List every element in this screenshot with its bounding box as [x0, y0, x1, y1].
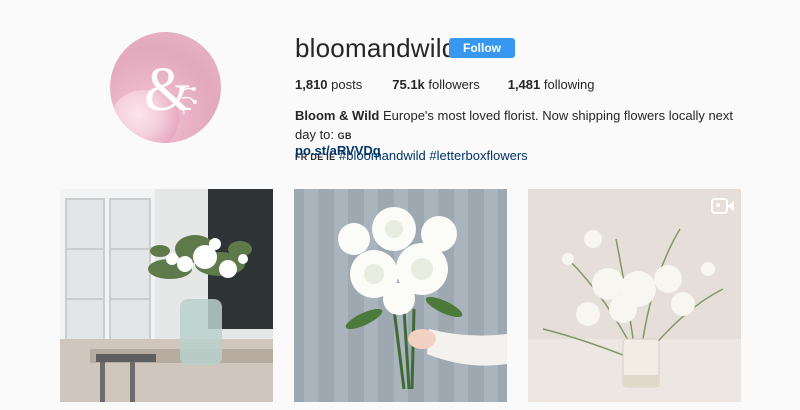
profile-stats: 1,810 posts 75.1k followers 1,481 follow…: [295, 77, 622, 92]
post-image-jar-vase: [60, 189, 273, 402]
ampersand-logo-icon: &: [144, 56, 197, 124]
posts-stat: 1,810 posts: [295, 77, 362, 92]
profile-link[interactable]: po.st/aRVVDg: [295, 143, 381, 158]
posts-label: posts: [331, 77, 363, 92]
post-tile-2[interactable]: [294, 189, 507, 402]
bio-name: Bloom & Wild: [295, 108, 380, 123]
post-image-ceramic-vase: [528, 189, 741, 402]
followers-label: followers: [428, 77, 480, 92]
profile-username: bloomandwild: [295, 33, 457, 63]
followers-count: 75.1k: [392, 77, 425, 92]
bio-country-gb: GB: [337, 131, 352, 141]
following-label: following: [543, 77, 595, 92]
video-icon: [711, 198, 734, 214]
post-tile-1[interactable]: [60, 189, 273, 402]
post-image-peony-bouquet: [294, 189, 507, 402]
following-stat[interactable]: 1,481 following: [508, 77, 595, 92]
posts-count: 1,810: [295, 77, 328, 92]
follow-button[interactable]: Follow: [449, 38, 515, 58]
hashtag-letterboxflowers[interactable]: #letterboxflowers: [429, 148, 527, 163]
followers-stat[interactable]: 75.1k followers: [392, 77, 479, 92]
following-count: 1,481: [507, 77, 541, 92]
profile-page: & bloomandwild Follow 1,810 posts 75.1k …: [0, 0, 800, 410]
profile-avatar[interactable]: &: [110, 32, 221, 143]
post-tile-3[interactable]: [528, 189, 741, 402]
